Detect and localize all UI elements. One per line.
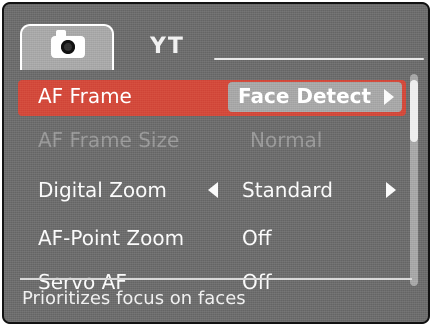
menu-value: Normal — [250, 128, 323, 152]
menu-tabs: YT — [4, 4, 428, 70]
menu-value-pill: Face Detect — [228, 82, 402, 112]
menu-value: Off — [242, 226, 272, 250]
menu-list: AF Frame Face Detect AF Frame Size Norma… — [4, 68, 428, 294]
right-arrow-icon[interactable] — [386, 182, 396, 198]
left-arrow-icon[interactable] — [208, 182, 218, 198]
menu-label: AF Frame Size — [38, 128, 180, 152]
menu-label: Digital Zoom — [38, 178, 167, 202]
scroll-thumb[interactable] — [410, 80, 418, 142]
menu-label: AF Frame — [38, 84, 132, 108]
camera-menu-screen: YT AF Frame Face Detect AF Frame Size No… — [2, 2, 430, 324]
menu-value: Standard — [242, 178, 333, 202]
camera-icon — [51, 30, 85, 58]
menu-row-digital-zoom[interactable]: Digital Zoom Standard — [18, 172, 406, 212]
settings-tab-label: YT — [150, 34, 185, 59]
right-arrow-icon[interactable] — [384, 89, 394, 105]
menu-row-af-frame-size: AF Frame Size Normal — [18, 122, 406, 156]
menu-scrollbar[interactable] — [410, 74, 418, 286]
help-divider — [20, 278, 412, 280]
tab-settings[interactable]: YT — [120, 34, 210, 62]
menu-value: Face Detect — [238, 84, 372, 108]
header-divider — [214, 58, 424, 60]
menu-row-af-point-zoom[interactable]: AF-Point Zoom Off — [18, 220, 406, 260]
tab-camera[interactable] — [20, 24, 114, 70]
help-text: Prioritizes focus on faces — [22, 288, 246, 309]
menu-label: AF-Point Zoom — [38, 226, 185, 250]
menu-value: Off — [242, 270, 272, 294]
menu-row-af-frame[interactable]: AF Frame Face Detect — [18, 80, 406, 116]
